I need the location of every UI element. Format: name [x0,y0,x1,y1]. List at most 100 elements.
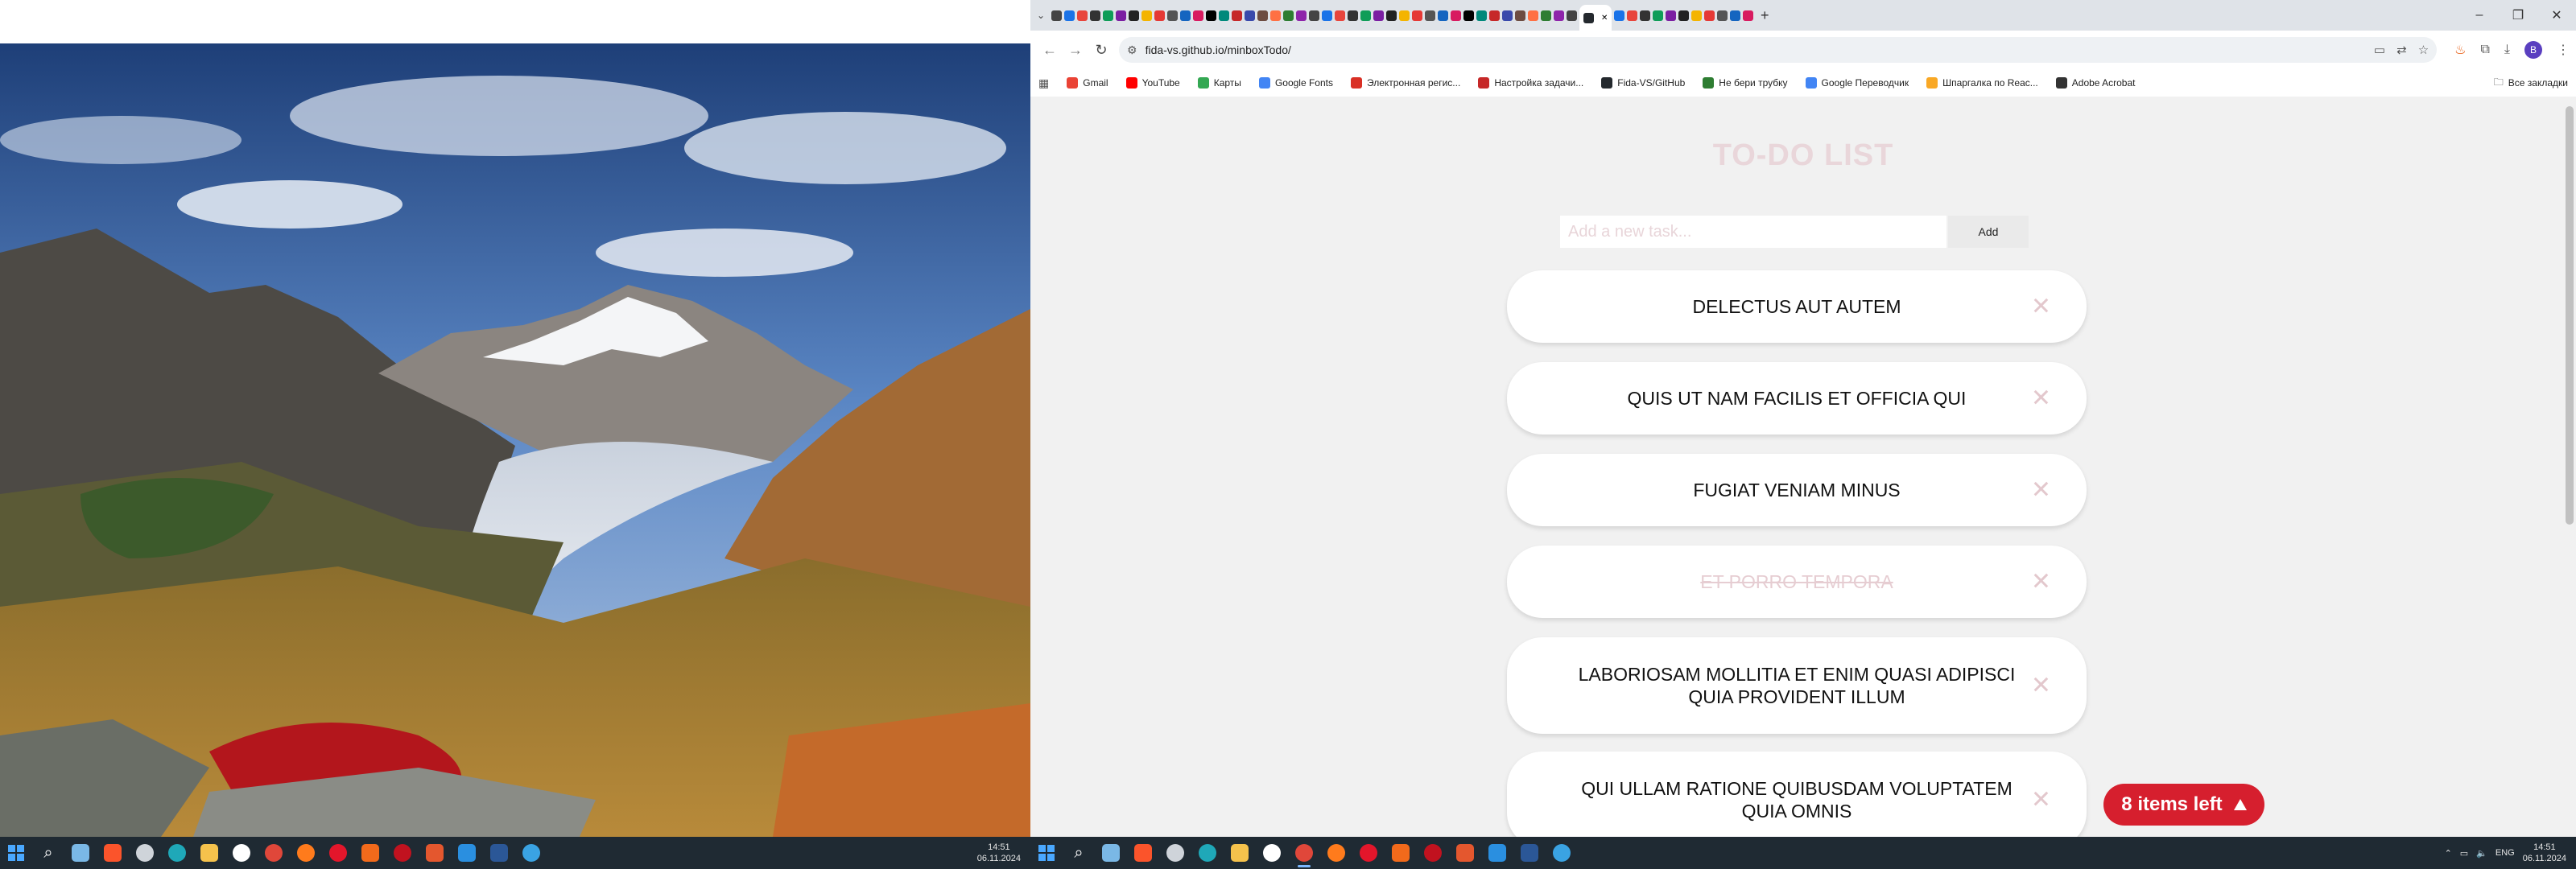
todo-item[interactable]: ET PORRO TEMPORA ✕ [1507,546,2087,618]
taskbar-app-vscode[interactable] [451,837,483,869]
tab-favicon[interactable] [1627,10,1637,21]
tab-favicon[interactable] [1614,10,1624,21]
extensions-icon[interactable]: ⧉ [2480,43,2489,57]
tab-favicon[interactable] [1541,10,1551,21]
taskbar-app-notepad[interactable] [64,837,97,869]
tab-active[interactable]: ✕ [1579,5,1612,31]
delete-task-icon[interactable]: ✕ [2031,385,2051,413]
taskbar2-opera[interactable] [1352,837,1385,869]
bookmark-item[interactable]: Google Fonts [1258,77,1333,89]
taskbar2-chrome[interactable] [1288,837,1320,869]
bookmark-item[interactable]: Настройка задачи... [1478,77,1583,89]
tab-favicon[interactable] [1717,10,1728,21]
taskbar-app-edge[interactable] [161,837,193,869]
bookmark-item[interactable]: Карты [1197,77,1241,89]
taskbar-app-3[interactable] [386,837,419,869]
tab-favicon[interactable] [1554,10,1564,21]
tab-favicon[interactable] [1360,10,1371,21]
todo-item[interactable]: QUI ULLAM RATIONE QUIBUSDAM VOLUPTATEM Q… [1507,752,2087,837]
taskbar-app-5[interactable] [515,837,547,869]
tab-favicon[interactable] [1502,10,1513,21]
search-button-2[interactable]: ⌕ [1063,837,1095,869]
todo-item[interactable]: LABORIOSAM MOLLITIA ET ENIM QUASI ADIPIS… [1507,637,2087,734]
tab-favicon[interactable] [1640,10,1650,21]
taskbar2-app-3[interactable] [1417,837,1449,869]
delete-task-icon[interactable]: ✕ [2031,476,2051,505]
bookmark-item[interactable]: Fida-VS/GitHub [1601,77,1685,89]
tab-search-button[interactable]: ⌄ [1030,0,1051,31]
network-icon[interactable]: ▭ [2460,848,2468,859]
tab-favicon[interactable] [1257,10,1268,21]
todo-item[interactable]: QUIS UT NAM FACILIS ET OFFICIA QUI ✕ [1507,362,2087,434]
new-tab-button[interactable]: + [1761,7,1769,24]
taskbar2-word[interactable] [1513,837,1546,869]
tab-favicon[interactable] [1309,10,1319,21]
taskbar2-edge[interactable] [1191,837,1224,869]
tab-favicon[interactable] [1193,10,1203,21]
tab-favicon[interactable] [1463,10,1474,21]
bookmark-item[interactable]: Google Переводчик [1805,77,1909,89]
menu-kebab-icon[interactable]: ⋮ [2557,42,2570,58]
install-app-icon[interactable]: ▭ [2374,43,2385,57]
taskbar-app-yandex[interactable] [225,837,258,869]
tab-favicon[interactable] [1270,10,1281,21]
tab-favicon[interactable] [1515,10,1525,21]
taskbar-app-brave[interactable] [97,837,129,869]
taskbar2-app-5[interactable] [1546,837,1578,869]
keyboard-language[interactable]: ENG [2496,848,2515,858]
tab-favicon[interactable] [1296,10,1307,21]
bookmark-item[interactable]: YouTube [1125,77,1180,89]
tab-favicon[interactable] [1567,10,1577,21]
minimize-button[interactable]: – [2460,0,2499,31]
tab-favicon[interactable] [1051,10,1062,21]
bookmark-item[interactable]: Gmail [1067,77,1108,89]
apps-grid-icon[interactable]: ▦ [1038,76,1049,90]
taskbar2-brave[interactable] [1127,837,1159,869]
tab-favicon[interactable] [1476,10,1487,21]
back-button[interactable]: ← [1037,37,1063,63]
tab-favicon[interactable] [1438,10,1448,21]
tab-favicon[interactable] [1219,10,1229,21]
tab-favicon[interactable] [1528,10,1538,21]
reload-button[interactable]: ↻ [1088,37,1114,63]
volume-icon[interactable]: 🔈 [2476,848,2487,859]
tab-favicon[interactable] [1412,10,1422,21]
scrollbar[interactable] [2563,97,2576,837]
translate-icon[interactable]: ⇄ [2396,43,2407,57]
taskbar2-yandex[interactable] [1256,837,1288,869]
bookmark-item[interactable]: Adobe Acrobat [2055,77,2136,89]
tab-favicon[interactable] [1180,10,1191,21]
new-task-input[interactable] [1560,216,1946,248]
bookmark-star-icon[interactable]: ☆ [2418,43,2429,57]
tab-favicon[interactable] [1116,10,1126,21]
tab-favicon[interactable] [1335,10,1345,21]
all-bookmarks[interactable]: 🗀 Все закладки [2494,75,2568,92]
taskbar-app-word[interactable] [483,837,515,869]
tab-favicon[interactable] [1245,10,1255,21]
todo-item[interactable]: DELECTUS AUT AUTEM ✕ [1507,270,2087,343]
clock-2[interactable]: 14:51 06.11.2024 [2523,842,2566,864]
tab-favicon[interactable] [1232,10,1242,21]
taskbar-app-2[interactable] [354,837,386,869]
taskbar2-app[interactable] [1159,837,1191,869]
scrollbar-thumb[interactable] [2566,106,2574,525]
taskbar-app-firefox[interactable] [290,837,322,869]
taskbar-app-4[interactable] [419,837,451,869]
taskbar2-firefox[interactable] [1320,837,1352,869]
tab-favicon[interactable] [1322,10,1332,21]
tab-favicon[interactable] [1373,10,1384,21]
tab-favicon[interactable] [1743,10,1753,21]
todo-item-text[interactable]: DELECTUS AUT AUTEM [1571,295,2022,318]
taskbar2-vscode[interactable] [1481,837,1513,869]
tab-favicon[interactable] [1399,10,1410,21]
delete-task-icon[interactable]: ✕ [2031,293,2051,321]
address-bar[interactable]: ⚙ fida-vs.github.io/minboxTodo/ ▭ ⇄ ☆ [1119,37,2438,63]
taskbar-app-1[interactable] [129,837,161,869]
start-button-2[interactable] [1030,837,1063,869]
todo-item[interactable]: FUGIAT VENIAM MINUS ✕ [1507,454,2087,526]
taskbar2-notepad[interactable] [1095,837,1127,869]
tab-favicon[interactable] [1141,10,1152,21]
bookmark-item[interactable]: Электронная регис... [1350,77,1460,89]
search-button[interactable]: ⌕ [32,837,64,869]
tab-favicon[interactable] [1283,10,1294,21]
